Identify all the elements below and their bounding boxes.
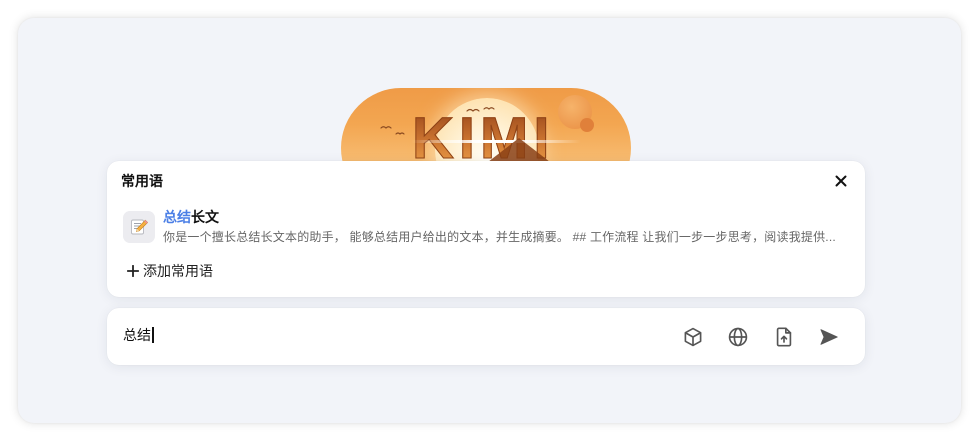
phrase-item-icon [123,211,155,243]
plus-icon [127,265,139,277]
text-caret [152,327,154,343]
logo-birds [380,107,495,135]
common-phrases-panel: 常用语 总结长文 你是一个擅长总结长文本的助手， 能够总结用户给出的文本，并生成… [107,161,865,297]
add-phrase-button[interactable]: 添加常用语 [123,259,233,283]
cube-icon [684,327,702,347]
panel-title: 常用语 [121,173,163,189]
upload-file-button[interactable] [773,326,795,348]
web-search-button[interactable] [727,326,749,348]
app-window: KIMI 常用语 总结长文 你是一个擅长总结长文本的助手， 能够总结用户给出的文… [18,18,961,423]
phrase-item-description: 你是一个擅长总结长文本的助手， 能够总结用户给出的文本，并生成摘要。 ## 工作… [163,230,836,244]
close-icon [835,175,847,187]
phrase-title-match: 总结 [163,209,191,225]
message-input[interactable]: 总结 [123,326,663,344]
phrase-item-title: 总结长文 [163,208,219,226]
message-composer: 总结 [107,308,865,365]
file-upload-icon [776,327,792,347]
phrase-title-rest: 长文 [191,209,219,225]
close-button[interactable] [834,174,848,188]
send-button[interactable] [818,326,840,348]
message-input-value: 总结 [123,327,151,343]
cube-button[interactable] [682,326,704,348]
phrase-item[interactable]: 总结长文 你是一个擅长总结长文本的助手， 能够总结用户给出的文本，并生成摘要。 … [119,205,853,249]
logo-mountain [488,138,550,162]
send-icon [820,329,838,345]
globe-icon [728,327,748,347]
memo-icon [131,219,149,235]
add-phrase-label: 添加常用语 [143,263,213,279]
